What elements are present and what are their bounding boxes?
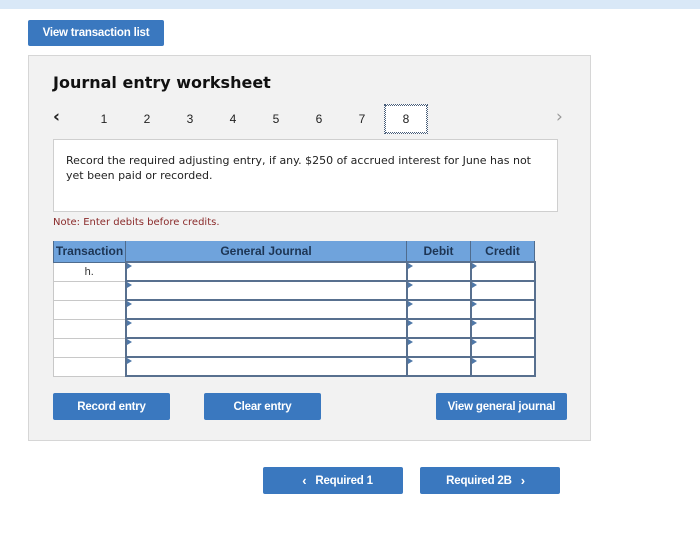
debit-cell: [405, 356, 472, 377]
pager-item-2[interactable]: 2: [125, 104, 169, 134]
debit-cell: [405, 280, 472, 301]
credit-input[interactable]: [471, 263, 534, 280]
pager-prev-icon[interactable]: ‹: [53, 107, 60, 127]
transaction-cell: [53, 318, 126, 339]
journal-row: [53, 337, 536, 358]
credit-input[interactable]: [471, 320, 534, 337]
debit-cell: [405, 299, 472, 320]
pager-item-4[interactable]: 4: [211, 104, 255, 134]
credit-cell: [469, 337, 536, 358]
journal-row: [53, 299, 536, 320]
account-input[interactable]: [126, 301, 406, 318]
journal-row: [53, 280, 536, 301]
account-input[interactable]: [126, 320, 406, 337]
journal-row: [53, 356, 536, 377]
account-cell: [124, 299, 408, 320]
debit-cell: [405, 337, 472, 358]
header-credit: Credit: [470, 241, 535, 263]
dropdown-indicator-icon: [126, 339, 132, 345]
dropdown-indicator-icon: [471, 339, 477, 345]
entry-description: Record the required adjusting entry, if …: [53, 139, 558, 212]
dropdown-indicator-icon: [126, 263, 132, 269]
credit-input[interactable]: [471, 301, 534, 318]
pager-item-5[interactable]: 5: [254, 104, 298, 134]
account-cell: [124, 337, 408, 358]
pager-item-1[interactable]: 1: [82, 104, 126, 134]
view-transaction-list-button[interactable]: View transaction list: [28, 20, 164, 46]
dropdown-indicator-icon: [471, 263, 477, 269]
transaction-cell: [53, 280, 126, 301]
transaction-cell: h.: [53, 261, 126, 282]
dropdown-indicator-icon: [471, 358, 477, 364]
journal-header-row: Transaction General Journal Debit Credit: [53, 241, 535, 263]
journal-table: Transaction General Journal Debit Credit…: [53, 241, 536, 377]
required-1-button[interactable]: ‹ Required 1: [263, 467, 403, 494]
dropdown-indicator-icon: [126, 301, 132, 307]
transaction-cell: [53, 337, 126, 358]
chevron-left-icon: ‹: [302, 473, 307, 488]
pager-item-7[interactable]: 7: [340, 104, 384, 134]
required-2b-label: Required 2B: [446, 474, 512, 487]
record-entry-button[interactable]: Record entry: [53, 393, 170, 420]
header-general-journal: General Journal: [125, 241, 407, 263]
account-cell: [124, 318, 408, 339]
required-2b-button[interactable]: Required 2B ›: [420, 467, 560, 494]
credit-cell: [469, 318, 536, 339]
account-cell: [124, 356, 408, 377]
account-input[interactable]: [126, 339, 406, 356]
journal-row: [53, 318, 536, 339]
chevron-right-icon: ›: [520, 473, 525, 488]
journal-row: h.: [53, 261, 536, 282]
view-general-journal-button[interactable]: View general journal: [436, 393, 567, 420]
debit-cell: [405, 261, 472, 282]
pager-item-8-active[interactable]: 8: [384, 104, 428, 134]
entry-pager: ‹ 1 2 3 4 5 6 7 8 ›: [29, 104, 592, 134]
dropdown-indicator-icon: [471, 301, 477, 307]
pager-next-icon[interactable]: ›: [556, 107, 563, 127]
top-banner-strip: [0, 0, 700, 9]
account-input[interactable]: [126, 263, 406, 280]
dropdown-indicator-icon: [126, 358, 132, 364]
dropdown-indicator-icon: [126, 320, 132, 326]
debit-input[interactable]: [407, 320, 470, 337]
header-transaction: Transaction: [53, 241, 126, 263]
account-cell: [124, 261, 408, 282]
credit-cell: [469, 261, 536, 282]
pager-item-6[interactable]: 6: [297, 104, 341, 134]
credit-input[interactable]: [471, 339, 534, 356]
credit-input[interactable]: [471, 358, 534, 375]
account-input[interactable]: [126, 282, 406, 299]
dropdown-indicator-icon: [407, 263, 413, 269]
dropdown-indicator-icon: [407, 282, 413, 288]
credit-cell: [469, 299, 536, 320]
worksheet-title: Journal entry worksheet: [53, 73, 271, 92]
transaction-cell: [53, 299, 126, 320]
clear-entry-button[interactable]: Clear entry: [204, 393, 321, 420]
debit-credit-note: Note: Enter debits before credits.: [53, 217, 220, 228]
dropdown-indicator-icon: [407, 301, 413, 307]
dropdown-indicator-icon: [471, 320, 477, 326]
dropdown-indicator-icon: [407, 358, 413, 364]
debit-input[interactable]: [407, 263, 470, 280]
credit-input[interactable]: [471, 282, 534, 299]
debit-input[interactable]: [407, 301, 470, 318]
account-input[interactable]: [126, 358, 406, 375]
debit-input[interactable]: [407, 358, 470, 375]
dropdown-indicator-icon: [471, 282, 477, 288]
dropdown-indicator-icon: [407, 339, 413, 345]
debit-input[interactable]: [407, 282, 470, 299]
debit-input[interactable]: [407, 339, 470, 356]
dropdown-indicator-icon: [407, 320, 413, 326]
debit-cell: [405, 318, 472, 339]
credit-cell: [469, 280, 536, 301]
account-cell: [124, 280, 408, 301]
credit-cell: [469, 356, 536, 377]
journal-entry-worksheet-panel: Journal entry worksheet ‹ 1 2 3 4 5 6 7 …: [28, 55, 591, 441]
pager-item-3[interactable]: 3: [168, 104, 212, 134]
required-1-label: Required 1: [315, 474, 373, 487]
transaction-cell: [53, 356, 126, 377]
header-debit: Debit: [406, 241, 471, 263]
dropdown-indicator-icon: [126, 282, 132, 288]
